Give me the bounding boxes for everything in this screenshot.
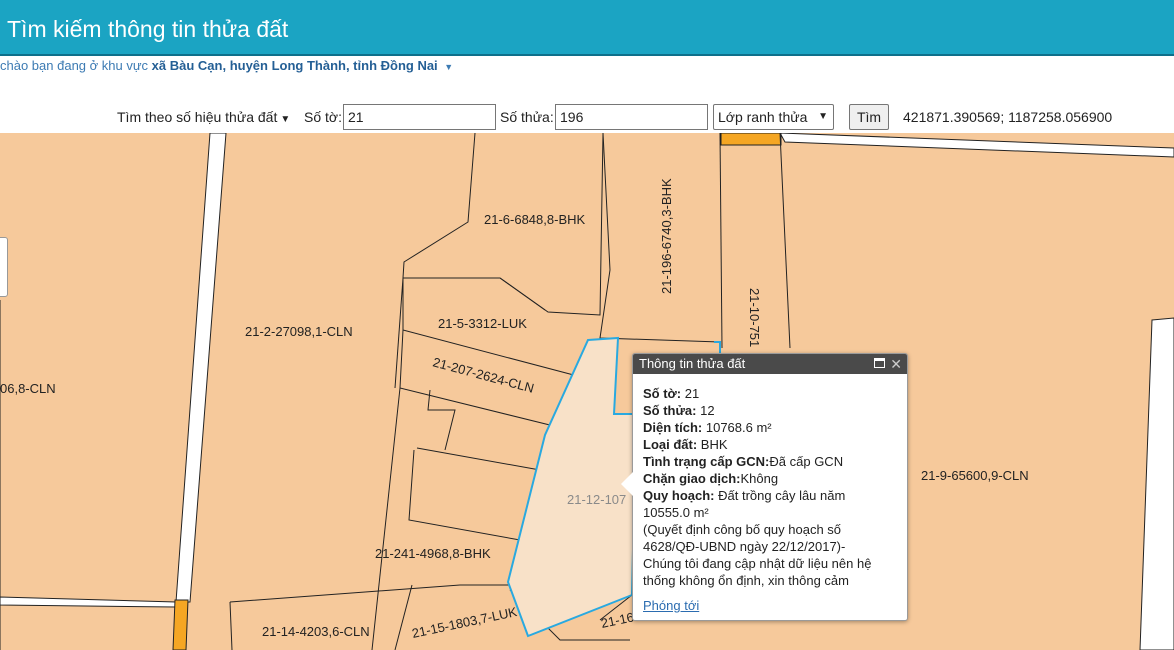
popup-body: Số tờ: 21 Số thửa: 12 Diện tích: 10768.6… xyxy=(633,374,907,614)
parcel-label: 21-196-6740,3-BHK xyxy=(659,178,674,294)
orange-marker xyxy=(720,133,782,146)
parcel-label: 21-6-6848,8-BHK xyxy=(484,212,585,227)
zoom-to-link[interactable]: Phóng tới xyxy=(643,597,699,614)
parcel-map[interactable]: 21-6-6848,8-BHK 21-196-6740,3-BHK 21-10-… xyxy=(0,133,1174,650)
caret-down-icon[interactable]: ▼ xyxy=(444,62,453,72)
parcel-label: 06,8-CLN xyxy=(0,381,56,396)
map-zoom-control[interactable] xyxy=(0,237,8,297)
popup-title: Thông tin thửa đất xyxy=(639,356,746,371)
field-value: Không xyxy=(740,471,779,486)
field-value: BHK xyxy=(700,437,728,452)
planning-note-line: (Quyết định công bố quy hoạch số xyxy=(643,522,842,537)
field-value: 21 xyxy=(684,386,700,401)
orange-marker xyxy=(172,599,189,650)
map-canvas[interactable]: 21-6-6848,8-BHK 21-196-6740,3-BHK 21-10-… xyxy=(0,133,1174,650)
field-label: Diện tích: xyxy=(643,420,703,435)
field-label: Loại đất: xyxy=(643,437,698,452)
app-header: Tìm kiếm thông tin thửa đất xyxy=(0,0,1174,56)
parcel-label: 21-10-751 xyxy=(747,288,762,347)
parcel-label: 21-2-27098,1-CLN xyxy=(245,324,353,339)
maximize-icon[interactable] xyxy=(874,358,885,368)
popup-pointer xyxy=(621,472,633,496)
parcel-input[interactable]: 196 xyxy=(555,104,708,130)
sheet-input[interactable]: 21 xyxy=(343,104,496,130)
field-value: 10768.6 m² xyxy=(705,420,772,435)
page-title: Tìm kiếm thông tin thửa đất xyxy=(7,16,289,42)
info-row-block: Chặn giao dịch:Không xyxy=(643,470,897,487)
field-label: Số thửa: xyxy=(643,403,697,418)
parcel-label: Số thửa: xyxy=(500,109,554,125)
coordinate-readout: 421871.390569; 1187258.056900 xyxy=(903,109,1113,125)
planning-note-line: 4628/QĐ-UBND ngày 22/12/2017)- xyxy=(643,539,846,554)
planning-note-line: thống không ổn định, xin thông cảm xyxy=(643,573,849,588)
chevron-down-icon: ▼ xyxy=(818,111,828,122)
region-selector[interactable]: chào bạn đang ở khu vực xã Bàu Cạn, huyệ… xyxy=(0,58,453,73)
info-row-area: Diện tích: 10768.6 m² xyxy=(643,419,897,436)
parcel-label: 21-5-3312-LUK xyxy=(438,316,527,331)
field-label: Quy hoạch: xyxy=(643,488,715,503)
search-toolbar: Tìm theo số hiệu thửa đất ▼ Số tờ: 21 Số … xyxy=(0,104,1174,132)
parcel-label: 21-14-4203,6-CLN xyxy=(262,624,370,639)
parcel-label: 21-12-107 xyxy=(567,492,626,507)
search-button[interactable]: Tìm xyxy=(849,104,889,130)
info-row-sheet: Số tờ: 21 xyxy=(643,385,897,402)
parcel-label: 21-9-65600,9-CLN xyxy=(921,468,1029,483)
info-row-planning: Quy hoạch: Đất trồng cây lâu năm xyxy=(643,487,897,504)
planning-area: 10555.0 m² xyxy=(643,505,709,520)
field-label: Tình trạng cấp GCN: xyxy=(643,454,770,469)
field-label: Chặn giao dịch: xyxy=(643,471,741,486)
search-mode-select[interactable]: Tìm theo số hiệu thửa đất ▼ xyxy=(117,104,299,130)
info-row-certificate: Tình trạng cấp GCN:Đã cấp GCN xyxy=(643,453,897,470)
planning-note-line: Chúng tôi đang cập nhật dữ liệu nên hệ xyxy=(643,556,872,571)
field-value: Đã cấp GCN xyxy=(769,454,844,469)
layer-select[interactable]: Lớp ranh thửa ▼ xyxy=(713,104,834,130)
field-value: 12 xyxy=(700,403,715,418)
field-value: Đất trồng cây lâu năm xyxy=(718,488,846,503)
info-row-land-type: Loại đất: BHK xyxy=(643,436,897,453)
close-icon[interactable]: ✕ xyxy=(890,354,902,374)
chevron-down-icon: ▼ xyxy=(280,114,291,125)
region-prefix: chào bạn đang ở khu vực xyxy=(0,58,149,73)
parcel-info-popup: Thông tin thửa đất ✕ Số tờ: 21 Số thửa: … xyxy=(621,353,908,621)
sheet-label: Số tờ: xyxy=(304,109,342,125)
field-label: Số tờ: xyxy=(643,386,682,401)
layer-select-value: Lớp ranh thửa xyxy=(718,109,808,125)
search-mode-label: Tìm theo số hiệu thửa đất xyxy=(117,109,278,125)
region-location[interactable]: xã Bàu Cạn, huyện Long Thành, tỉnh Đồng … xyxy=(152,58,438,73)
popup-header: Thông tin thửa đất ✕ xyxy=(633,354,907,374)
info-row-parcel: Số thửa: 12 xyxy=(643,402,897,419)
parcel-label: 21-241-4968,8-BHK xyxy=(375,546,491,561)
